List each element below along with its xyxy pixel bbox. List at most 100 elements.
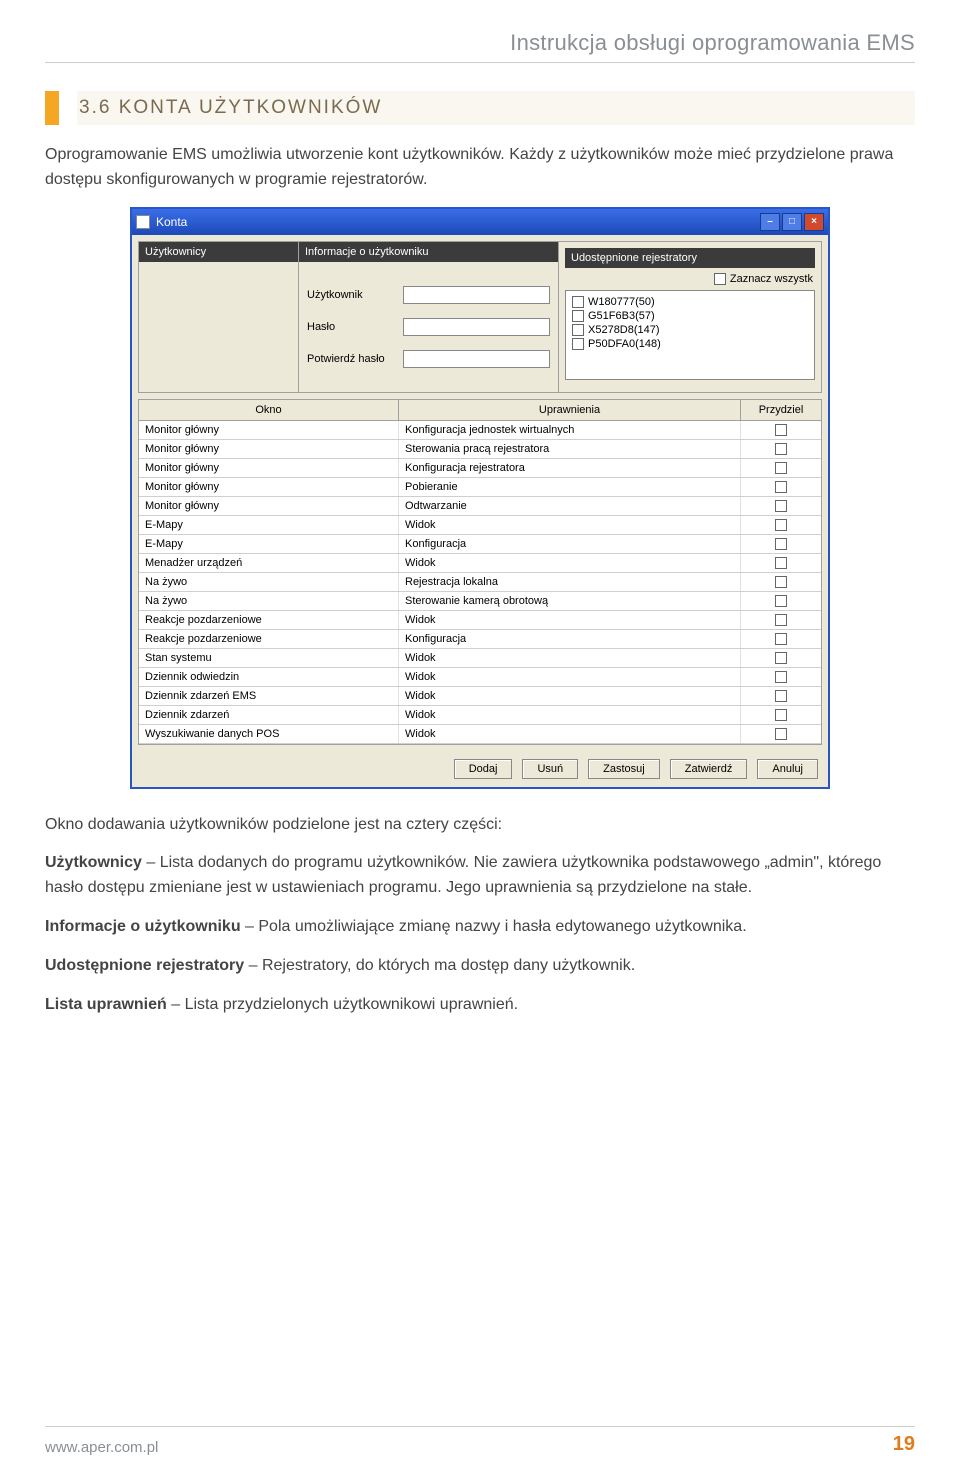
user-input[interactable] — [403, 286, 550, 304]
confirm-label: Potwierdź hasło — [307, 353, 397, 365]
permission-checkbox[interactable] — [775, 595, 787, 607]
grid-row: Monitor głównyOdtwarzanie — [139, 497, 821, 516]
grid-cell-upr: Widok — [399, 706, 741, 724]
grid-cell-upr: Odtwarzanie — [399, 497, 741, 515]
grid-cell-prz — [741, 459, 821, 477]
below-p5-bold: Lista uprawnień — [45, 996, 167, 1013]
section-heading: 3.6 KONTA UŻYTKOWNIKÓW — [45, 91, 915, 125]
reg-item: G51F6B3(57) — [588, 310, 655, 322]
below-p2-text: – Lista dodanych do programu użytkownikó… — [45, 854, 881, 896]
grid-cell-okno: Na żywo — [139, 573, 399, 591]
grid-cell-upr: Sterowanie kamerą obrotową — [399, 592, 741, 610]
permission-checkbox[interactable] — [775, 576, 787, 588]
grid-row: Monitor głównySterowania pracą rejestrat… — [139, 440, 821, 459]
grid-header-upr: Uprawnienia — [399, 400, 741, 420]
grid-cell-okno: Wyszukiwanie danych POS — [139, 725, 399, 743]
grid-cell-prz — [741, 421, 821, 439]
grid-cell-okno: Stan systemu — [139, 649, 399, 667]
header-rule — [45, 62, 915, 63]
grid-cell-upr: Widok — [399, 554, 741, 572]
grid-cell-upr: Widok — [399, 516, 741, 534]
below-p3: Informacje o użytkowniku – Pola umożliwi… — [45, 915, 915, 940]
permission-checkbox[interactable] — [775, 443, 787, 455]
grid-row: Reakcje pozdarzenioweKonfiguracja — [139, 630, 821, 649]
select-all-checkbox[interactable] — [714, 273, 726, 285]
permission-checkbox[interactable] — [775, 557, 787, 569]
grid-row: E-MapyWidok — [139, 516, 821, 535]
info-column-header: Informacje o użytkowniku — [299, 242, 558, 262]
titlebar: Konta – □ × — [132, 209, 828, 235]
permission-checkbox[interactable] — [775, 633, 787, 645]
delete-button[interactable]: Usuń — [522, 759, 578, 779]
reg-item: W180777(50) — [588, 296, 655, 308]
section-title: 3.6 KONTA UŻYTKOWNIKÓW — [77, 91, 915, 125]
grid-row: Monitor głównyKonfiguracja rejestratora — [139, 459, 821, 478]
below-p5: Lista uprawnień – Lista przydzielonych u… — [45, 993, 915, 1018]
permission-checkbox[interactable] — [775, 671, 787, 683]
grid-row: E-MapyKonfiguracja — [139, 535, 821, 554]
minimize-button[interactable]: – — [760, 213, 780, 231]
permission-checkbox[interactable] — [775, 538, 787, 550]
add-button[interactable]: Dodaj — [454, 759, 513, 779]
grid-cell-prz — [741, 687, 821, 705]
below-p1: Okno dodawania użytkowników podzielone j… — [45, 813, 915, 838]
grid-cell-prz — [741, 649, 821, 667]
grid-cell-prz — [741, 478, 821, 496]
below-p3-text: – Pola umożliwiające zmianę nazwy i hasł… — [241, 918, 747, 935]
grid-row: Na żywoRejestracja lokalna — [139, 573, 821, 592]
grid-cell-upr: Pobieranie — [399, 478, 741, 496]
reg-checkbox[interactable] — [572, 324, 584, 336]
grid-cell-prz — [741, 592, 821, 610]
grid-cell-upr: Sterowania pracą rejestratora — [399, 440, 741, 458]
section-accent — [45, 91, 59, 125]
grid-row: Monitor głównyKonfiguracja jednostek wir… — [139, 421, 821, 440]
confirm-input[interactable] — [403, 350, 550, 368]
permission-checkbox[interactable] — [775, 519, 787, 531]
permission-checkbox[interactable] — [775, 462, 787, 474]
grid-row: Dziennik zdarzeń EMSWidok — [139, 687, 821, 706]
reg-item: P50DFA0(148) — [588, 338, 661, 350]
grid-cell-prz — [741, 630, 821, 648]
permission-checkbox[interactable] — [775, 500, 787, 512]
grid-cell-okno: Monitor główny — [139, 421, 399, 439]
close-button[interactable]: × — [804, 213, 824, 231]
screenshot-konta: Konta – □ × Użytkownicy Informacje o uży… — [45, 207, 915, 789]
grid-cell-prz — [741, 725, 821, 743]
footer-page-number: 19 — [893, 1433, 915, 1456]
permission-checkbox[interactable] — [775, 728, 787, 740]
confirm-button[interactable]: Zatwierdź — [670, 759, 748, 779]
grid-cell-prz — [741, 535, 821, 553]
reg-checkbox[interactable] — [572, 310, 584, 322]
grid-cell-okno: Monitor główny — [139, 497, 399, 515]
reg-checkbox[interactable] — [572, 296, 584, 308]
permission-checkbox[interactable] — [775, 690, 787, 702]
maximize-button[interactable]: □ — [782, 213, 802, 231]
permission-checkbox[interactable] — [775, 481, 787, 493]
regs-list: W180777(50) G51F6B3(57) X5278D8(147) P50… — [565, 290, 815, 380]
apply-button[interactable]: Zastosuj — [588, 759, 660, 779]
below-p4-bold: Udostępnione rejestratory — [45, 957, 244, 974]
konta-window: Konta – □ × Użytkownicy Informacje o uży… — [130, 207, 830, 789]
reg-checkbox[interactable] — [572, 338, 584, 350]
grid-row: Na żywoSterowanie kamerą obrotową — [139, 592, 821, 611]
grid-cell-upr: Konfiguracja jednostek wirtualnych — [399, 421, 741, 439]
grid-cell-okno: Monitor główny — [139, 440, 399, 458]
grid-cell-prz — [741, 573, 821, 591]
grid-cell-okno: Dziennik odwiedzin — [139, 668, 399, 686]
cancel-button[interactable]: Anuluj — [757, 759, 818, 779]
permission-checkbox[interactable] — [775, 652, 787, 664]
permission-checkbox[interactable] — [775, 709, 787, 721]
permission-checkbox[interactable] — [775, 614, 787, 626]
grid-row: Menadżer urządzeńWidok — [139, 554, 821, 573]
password-input[interactable] — [403, 318, 550, 336]
page-footer: www.aper.com.pl 19 — [45, 1426, 915, 1456]
grid-cell-upr: Widok — [399, 649, 741, 667]
grid-cell-prz — [741, 497, 821, 515]
grid-header-prz: Przydziel — [741, 400, 821, 420]
grid-cell-okno: Reakcje pozdarzeniowe — [139, 630, 399, 648]
grid-cell-okno: E-Mapy — [139, 516, 399, 534]
doc-header: Instrukcja obsługi oprogramowania EMS — [45, 30, 915, 56]
grid-cell-upr: Konfiguracja — [399, 630, 741, 648]
permission-checkbox[interactable] — [775, 424, 787, 436]
window-title: Konta — [156, 215, 187, 229]
